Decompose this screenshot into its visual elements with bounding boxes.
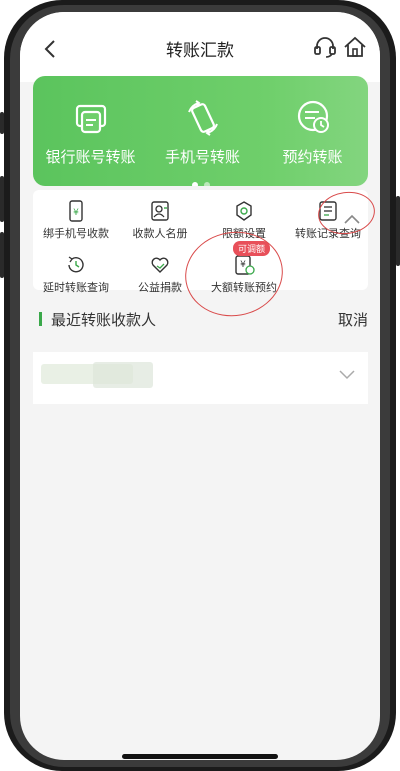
phone-rotate-icon	[187, 100, 218, 136]
phone-volume-down-button	[0, 232, 4, 278]
contact-book-icon	[151, 201, 169, 221]
scheduled-transfer-button[interactable]: 预约转账	[255, 76, 368, 186]
recent-payees-title: 最近转账收款人	[51, 311, 157, 329]
svg-text:¥: ¥	[73, 208, 79, 218]
bind-phone-receive-button[interactable]: ¥ 绑手机号收款	[33, 200, 119, 244]
chevron-down-icon[interactable]	[338, 368, 356, 380]
phone-number-transfer-label: 手机号转账	[164, 148, 240, 166]
banner-page-indicator	[33, 173, 368, 186]
page-dot	[203, 182, 210, 186]
payee-list-button[interactable]: 收款人名册	[117, 200, 203, 244]
bind-phone-receive-label: 绑手机号收款	[43, 227, 109, 240]
nav-header: 转账汇款	[20, 12, 380, 82]
recent-payees-header: 最近转账收款人 取消	[33, 308, 368, 332]
phone-frame: 转账汇款 银行账号转账 手机号转账 预约转账 ¥ 绑手机号收款 收款人名册 限额…	[0, 0, 400, 771]
app-screen: 转账汇款 银行账号转账 手机号转账 预约转账 ¥ 绑手机号收款 收款人名册 限额…	[20, 12, 380, 760]
heart-hand-icon	[151, 257, 169, 273]
section-accent-bar	[39, 312, 42, 326]
clock-refresh-icon	[68, 256, 84, 273]
phone-yuan-icon: ¥	[69, 200, 83, 222]
recent-payee-row[interactable]	[33, 352, 368, 404]
cancel-button[interactable]: 取消	[338, 309, 368, 330]
phone-number-transfer-button[interactable]: 手机号转账	[145, 76, 260, 186]
home-indicator-bar	[122, 754, 278, 759]
transfer-type-banner: 银行账号转账 手机号转账 预约转账	[33, 76, 368, 186]
scheduled-transfer-label: 预约转账	[282, 148, 343, 166]
bank-card-icon	[75, 104, 106, 134]
payee-list-label: 收款人名册	[132, 227, 188, 240]
delayed-transfer-query-button[interactable]: 延时转账查询	[33, 254, 119, 298]
delayed-transfer-query-label: 延时转账查询	[43, 281, 109, 294]
limit-gear-icon	[236, 201, 252, 221]
customer-service-headset-icon[interactable]	[312, 34, 338, 60]
phone-side-button	[0, 112, 4, 134]
page-dot-active	[191, 182, 198, 186]
clock-card-icon	[297, 100, 329, 133]
bank-account-transfer-button[interactable]: 银行账号转账	[33, 76, 148, 186]
bank-account-transfer-label: 银行账号转账	[45, 148, 136, 166]
home-icon[interactable]	[342, 34, 368, 60]
blurred-payee-detail	[93, 362, 153, 388]
phone-volume-up-button	[0, 176, 4, 222]
phone-power-button	[396, 196, 400, 266]
